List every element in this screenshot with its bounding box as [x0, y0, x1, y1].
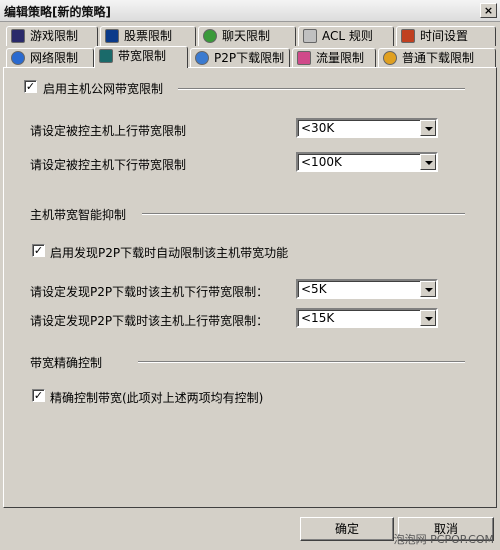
- upload-limit-label: 请设定被控主机上行带宽限制: [30, 124, 187, 138]
- tab-label: P2P下载限制: [214, 51, 285, 65]
- p2p-icon: [195, 51, 209, 65]
- close-button[interactable]: ×: [480, 3, 497, 18]
- group-divider: [142, 213, 465, 215]
- p2p-download-limit-select[interactable]: <5K: [296, 279, 438, 299]
- tab-p2p-download-limit[interactable]: P2P下载限制: [190, 48, 290, 68]
- tab-acl-rules[interactable]: ACL 规则: [298, 26, 394, 46]
- tab-label: ACL 规则: [322, 29, 373, 43]
- upload-limit-value: <30K: [301, 121, 335, 135]
- acl-icon: [303, 29, 317, 43]
- precise-control-checkbox[interactable]: ✓: [32, 389, 45, 402]
- download-icon: [383, 51, 397, 65]
- chevron-down-icon[interactable]: [420, 120, 436, 136]
- p2p-upload-limit-label: 请设定发现P2P下载时该主机上行带宽限制：: [30, 314, 269, 328]
- tab-bandwidth-limit[interactable]: 带宽限制: [94, 46, 188, 68]
- chat-icon: [203, 29, 217, 43]
- tab-label: 股票限制: [124, 29, 173, 43]
- enable-public-bandwidth-label: 启用主机公网带宽限制: [43, 82, 164, 96]
- tab-label: 游戏限制: [30, 29, 79, 43]
- watermark: 泡泡网 PCPOP.COM: [393, 533, 494, 546]
- title-bar: 编辑策略[新的策略] ×: [0, 0, 500, 22]
- chevron-down-icon[interactable]: [420, 281, 436, 297]
- precise-control-label: 精确控制带宽(此项对上述两项均有控制): [50, 391, 264, 405]
- p2p-upload-limit-select[interactable]: <15K: [296, 308, 438, 328]
- smart-suppression-title: 主机带宽智能抑制: [30, 208, 127, 222]
- game-icon: [11, 29, 25, 43]
- enable-public-bandwidth-checkbox[interactable]: ✓: [24, 80, 37, 93]
- clock-icon: [401, 29, 415, 43]
- upload-limit-select[interactable]: <30K: [296, 118, 438, 138]
- download-limit-value: <100K: [301, 155, 342, 169]
- p2p-upload-limit-value: <15K: [301, 311, 335, 325]
- tab-stock-limit[interactable]: 股票限制: [100, 26, 196, 46]
- tab-game-limit[interactable]: 游戏限制: [6, 26, 98, 46]
- tab-label: 时间设置: [420, 29, 469, 43]
- chevron-down-icon[interactable]: [420, 310, 436, 326]
- ie-icon: [11, 51, 25, 65]
- window-title: 编辑策略[新的策略]: [4, 5, 111, 19]
- tab-chat-limit[interactable]: 聊天限制: [198, 26, 296, 46]
- tab-network-limit[interactable]: 网络限制: [6, 48, 94, 68]
- ok-button[interactable]: 确定: [300, 517, 394, 541]
- tab-label: 普通下载限制: [402, 51, 475, 65]
- tab-label: 带宽限制: [118, 49, 167, 63]
- auto-limit-label: 启用发现P2P下载时自动限制该主机带宽功能: [50, 246, 289, 260]
- tab-label: 网络限制: [30, 51, 79, 65]
- tab-traffic-limit[interactable]: 流量限制: [292, 48, 376, 68]
- group-divider: [178, 88, 465, 90]
- tab-time-settings[interactable]: 时间设置: [396, 26, 496, 46]
- chevron-down-icon[interactable]: [420, 154, 436, 170]
- bandwidth-icon: [99, 49, 113, 63]
- p2p-download-limit-label: 请设定发现P2P下载时该主机下行带宽限制：: [30, 285, 269, 299]
- stock-icon: [105, 29, 119, 43]
- auto-limit-checkbox[interactable]: ✓: [32, 244, 45, 257]
- tab-label: 流量限制: [316, 51, 365, 65]
- traffic-icon: [297, 51, 311, 65]
- download-limit-label: 请设定被控主机下行带宽限制: [30, 158, 187, 172]
- download-limit-select[interactable]: <100K: [296, 152, 438, 172]
- tab-label: 聊天限制: [222, 29, 271, 43]
- p2p-download-limit-value: <5K: [301, 282, 327, 296]
- group-divider: [138, 361, 465, 363]
- tab-normal-download-limit[interactable]: 普通下载限制: [378, 48, 496, 68]
- precise-control-title: 带宽精确控制: [30, 356, 103, 370]
